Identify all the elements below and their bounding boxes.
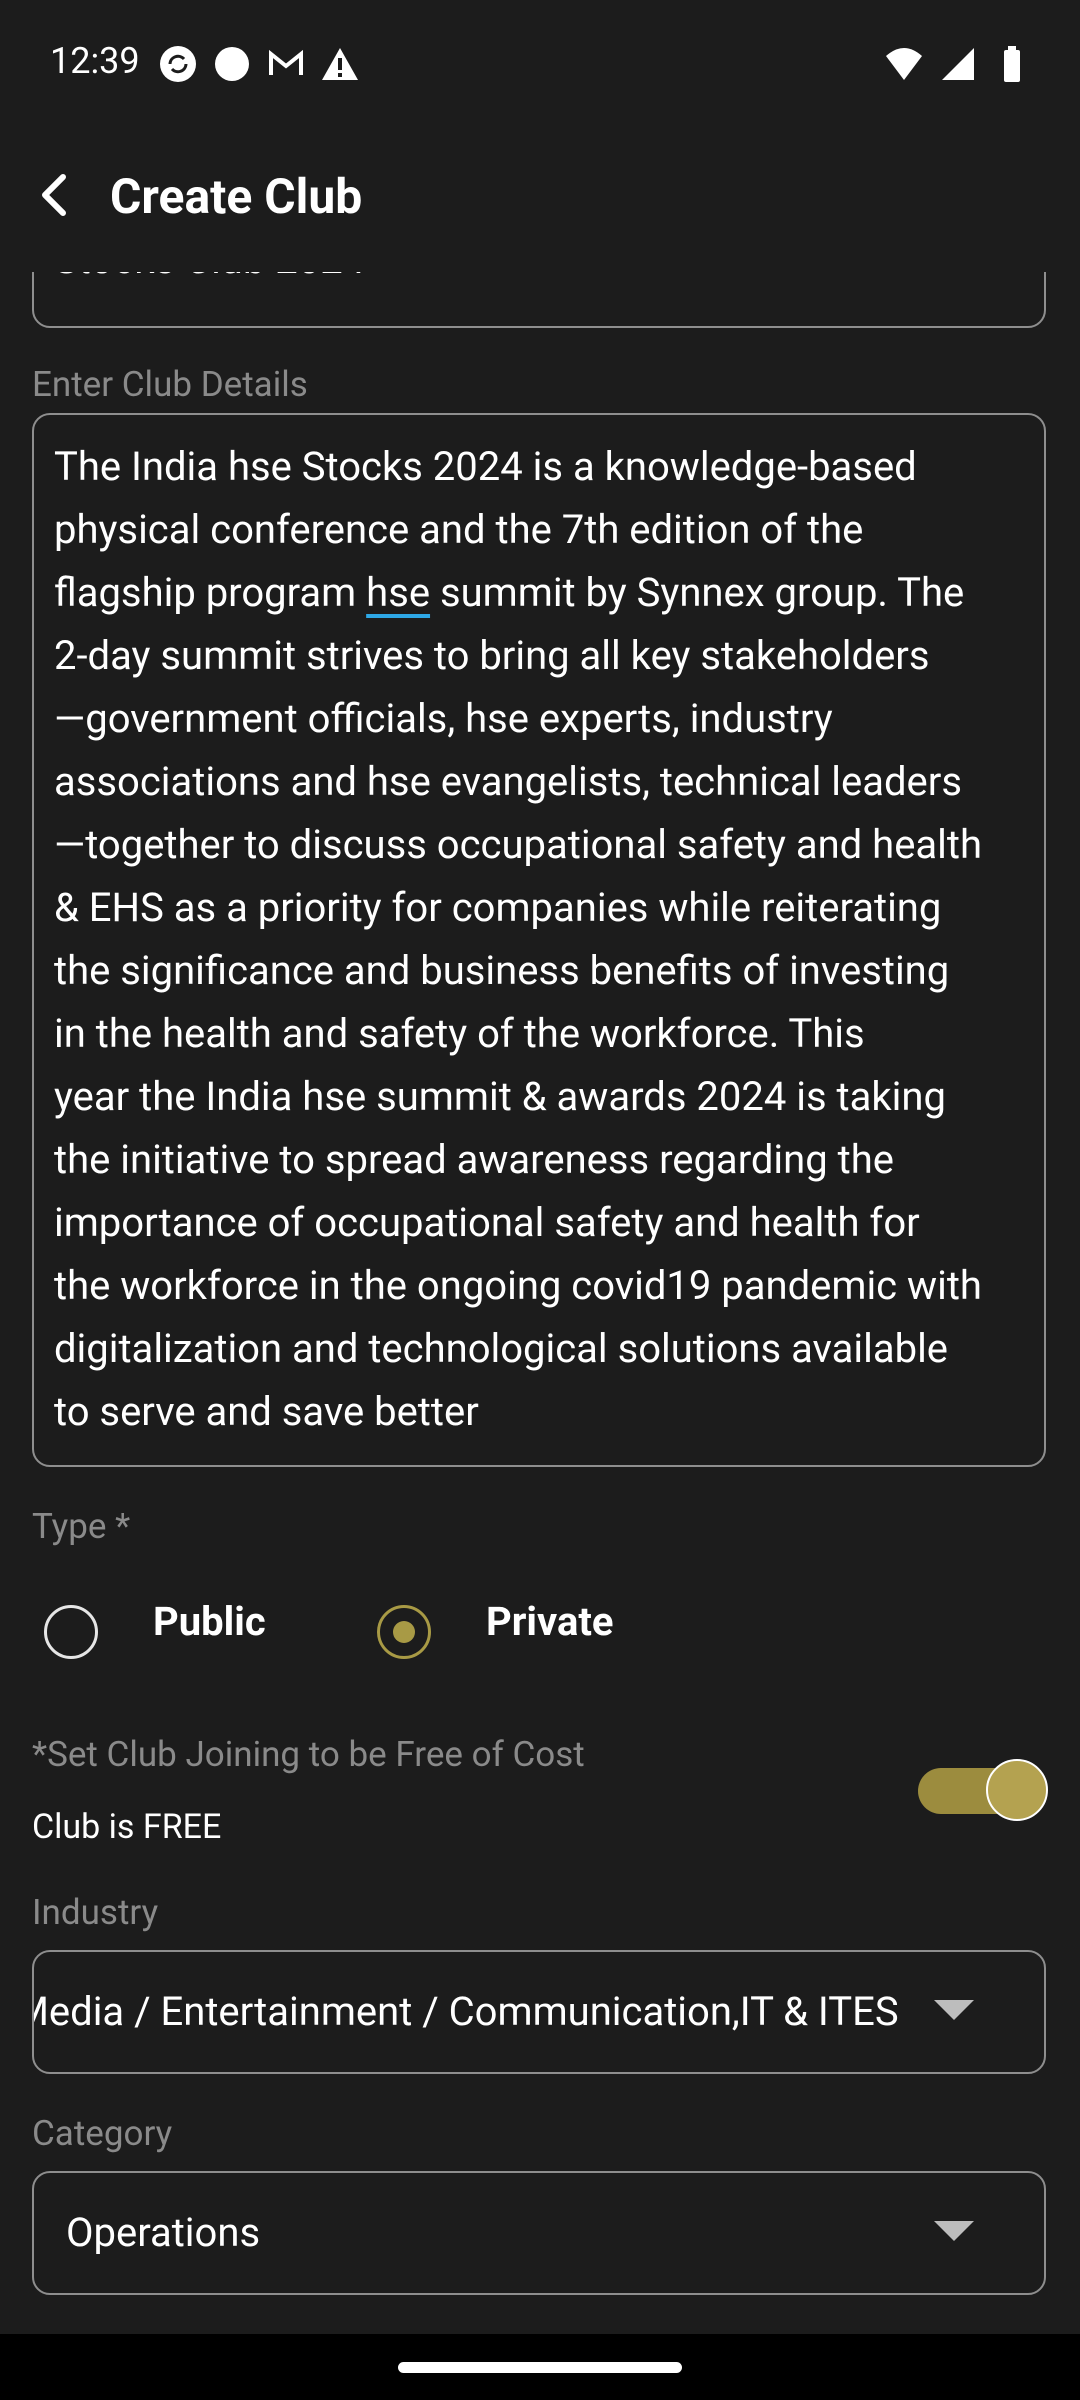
circle-icon xyxy=(215,47,249,81)
details-line: associations and hse evangelists, techni… xyxy=(54,758,962,805)
sync-icon xyxy=(160,46,196,82)
category-label: Category xyxy=(32,2113,173,2154)
details-line: to serve and save better xyxy=(54,1388,479,1435)
details-line: the initiative to spread awareness regar… xyxy=(54,1136,894,1183)
club-details-text: The India hse Stocks 2024 is a knowledge… xyxy=(54,435,1034,1443)
page-title: Create Club xyxy=(110,168,363,225)
details-line: the workforce in the ongoing covid19 pan… xyxy=(54,1262,982,1309)
details-line: the significance and business benefits o… xyxy=(54,947,950,994)
club-name-value: Stocks Club 2024 xyxy=(54,272,365,283)
details-line-part: summit by Synnex group. The xyxy=(430,569,965,616)
home-handle[interactable] xyxy=(398,2362,682,2373)
details-line: & EHS as a priority for companies while … xyxy=(54,884,942,931)
details-line: —together to discuss occupational safety… xyxy=(54,821,983,868)
industry-dropdown[interactable]: Media / Entertainment / Communication,IT… xyxy=(32,1950,1046,2074)
status-bar: 12:39 xyxy=(0,0,1080,130)
details-line: 2-day summit strives to bring all key st… xyxy=(54,632,930,679)
radio-private[interactable] xyxy=(377,1605,431,1659)
details-line: year the India hse summit & awards 2024 … xyxy=(54,1073,946,1120)
toggle-thumb[interactable] xyxy=(986,1759,1048,1821)
details-line: in the health and safety of the workforc… xyxy=(54,1010,865,1057)
category-value: Operations xyxy=(66,2209,261,2256)
system-icons xyxy=(884,44,1032,84)
details-line: flagship program hse summit by Synnex gr… xyxy=(54,561,1034,624)
club-details-field[interactable]: The India hse Stocks 2024 is a knowledge… xyxy=(32,413,1046,1467)
dropdown-arrow-icon xyxy=(934,2221,974,2241)
category-dropdown[interactable]: Operations xyxy=(32,2171,1046,2295)
industry-value: Media / Entertainment / Communication,IT… xyxy=(32,1988,899,2035)
free-cost-hint: *Set Club Joining to be Free of Cost xyxy=(32,1734,585,1775)
details-label: Enter Club Details xyxy=(32,364,308,405)
radio-public[interactable] xyxy=(44,1605,98,1659)
radio-public-label[interactable]: Public xyxy=(153,1598,266,1645)
details-line: digitalization and technological solutio… xyxy=(54,1325,949,1372)
details-line: importance of occupational safety and he… xyxy=(54,1199,920,1246)
free-status-text: Club is FREE xyxy=(32,1807,222,1847)
status-time: 12:39 xyxy=(50,40,140,82)
details-line: The India hse Stocks 2024 is a knowledge… xyxy=(54,443,917,490)
details-line-part: flagship program xyxy=(54,569,367,616)
arrow-back-icon xyxy=(42,174,66,216)
dropdown-arrow-icon xyxy=(934,2000,974,2020)
details-line: —government officials, hse experts, indu… xyxy=(54,695,833,742)
details-line: physical conference and the 7th edition … xyxy=(54,506,864,553)
notification-icons xyxy=(158,44,360,84)
signal-icon xyxy=(942,48,974,80)
warning-icon xyxy=(322,48,358,80)
form-content[interactable]: Stocks Club 2024 Enter Club Details The … xyxy=(0,272,1080,2334)
type-label: Type * xyxy=(32,1506,131,1547)
navigation-bar xyxy=(0,2334,1080,2400)
spellcheck-word: hse xyxy=(366,569,431,616)
app-bar: Create Club xyxy=(0,130,1080,260)
radio-private-label[interactable]: Private xyxy=(486,1598,614,1645)
wifi-icon xyxy=(886,48,922,80)
battery-icon xyxy=(1004,46,1020,82)
club-name-field[interactable]: Stocks Club 2024 xyxy=(32,272,1046,328)
gmail-icon xyxy=(269,49,303,75)
back-button[interactable] xyxy=(20,160,90,230)
industry-label: Industry xyxy=(32,1892,159,1933)
